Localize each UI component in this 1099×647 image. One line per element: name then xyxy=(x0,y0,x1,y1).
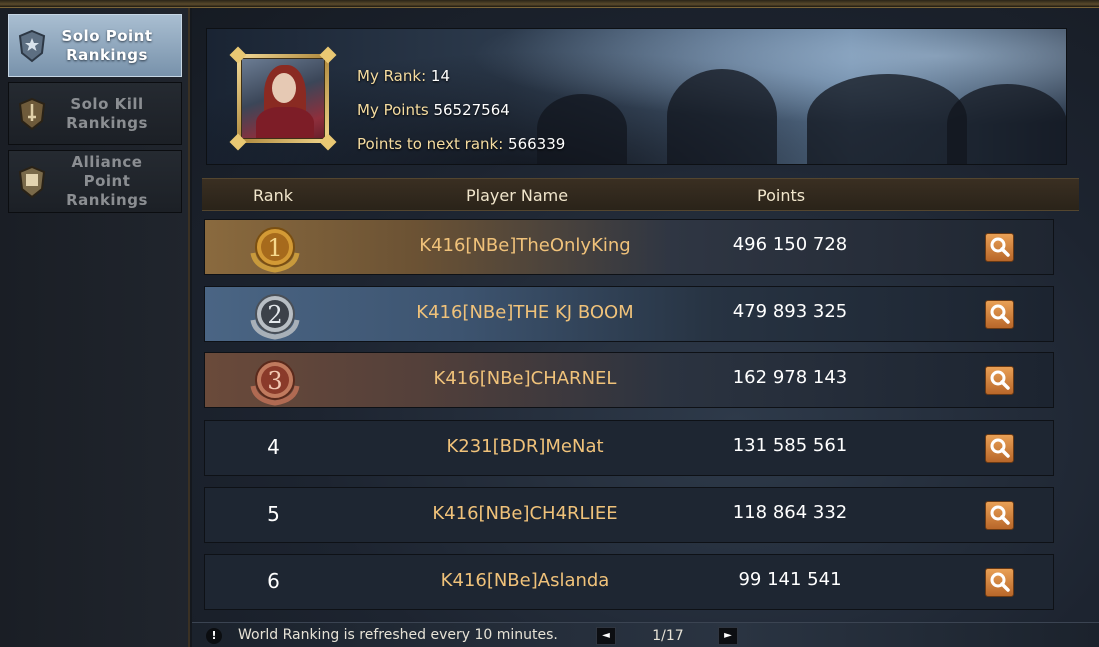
magnifier-icon xyxy=(990,505,1010,525)
table-row[interactable]: 3 K416[NBe]CHARNEL 162 978 143 xyxy=(204,352,1054,408)
my-rank-label: My Rank: xyxy=(357,67,427,85)
view-player-button[interactable] xyxy=(985,568,1014,597)
gold-medal-icon: 1 xyxy=(250,227,300,273)
view-player-button[interactable] xyxy=(985,366,1014,395)
player-points: 162 978 143 xyxy=(732,367,848,388)
shield-star-icon xyxy=(18,29,46,62)
my-points-label: My Points xyxy=(357,101,429,119)
view-player-button[interactable] xyxy=(985,233,1014,262)
sidebar: Solo Point Rankings Solo Kill Rankings A… xyxy=(0,8,190,647)
sidebar-item-solo-kill-rankings[interactable]: Solo Kill Rankings xyxy=(8,82,182,145)
table-row[interactable]: 4 K231[BDR]MeNat 131 585 561 xyxy=(204,420,1054,476)
info-icon: ! xyxy=(206,628,222,644)
player-name: K416[NBe]THE KJ BOOM xyxy=(416,302,634,323)
sidebar-item-label: Solo Kill Rankings xyxy=(66,94,148,132)
previous-page-button[interactable]: ◄ xyxy=(596,627,616,645)
magnifier-icon xyxy=(990,572,1010,592)
player-name: K416[NBe]Aslanda xyxy=(440,570,610,591)
sidebar-item-alliance-point-rankings[interactable]: Alliance Point Rankings xyxy=(8,150,182,213)
bronze-medal-icon: 3 xyxy=(250,360,300,406)
table-row[interactable]: 1 K416[NBe]TheOnlyKing 496 150 728 xyxy=(204,219,1054,275)
magnifier-icon xyxy=(990,237,1010,257)
refresh-notice: World Ranking is refreshed every 10 minu… xyxy=(238,627,558,643)
player-points: 99 141 541 xyxy=(738,569,842,590)
rank-number: 5 xyxy=(267,502,280,526)
rankings-panel: My Rank: 14 My Points 56527564 Points to… xyxy=(192,8,1099,647)
my-rank-value: 14 xyxy=(430,67,450,85)
page-indicator: 1/17 xyxy=(652,628,684,644)
next-rank-value: 566339 xyxy=(508,135,566,153)
table-row[interactable]: 5 K416[NBe]CH4RLIEE 118 864 332 xyxy=(204,487,1054,543)
next-page-button[interactable]: ► xyxy=(718,627,738,645)
player-name: K416[NBe]CHARNEL xyxy=(433,368,617,389)
table-row[interactable]: 6 K416[NBe]Aslanda 99 141 541 xyxy=(204,554,1054,610)
svg-text:3: 3 xyxy=(267,367,282,395)
table-row[interactable]: 2 K416[NBe]THE KJ BOOM 479 893 325 xyxy=(204,286,1054,342)
view-player-button[interactable] xyxy=(985,300,1014,329)
svg-text:2: 2 xyxy=(267,301,282,329)
silver-medal-icon: 2 xyxy=(250,294,300,340)
player-name: K231[BDR]MeNat xyxy=(446,436,604,457)
view-player-button[interactable] xyxy=(985,501,1014,530)
player-points: 131 585 561 xyxy=(732,435,848,456)
banner-crowd-figure xyxy=(807,74,967,164)
magnifier-icon xyxy=(990,438,1010,458)
my-points-value: 56527564 xyxy=(433,101,510,119)
svg-text:1: 1 xyxy=(267,234,282,262)
rank-number: 4 xyxy=(267,435,280,459)
player-points: 479 893 325 xyxy=(732,301,848,322)
player-points: 118 864 332 xyxy=(732,502,848,523)
rank-number: 6 xyxy=(267,569,280,593)
player-name: K416[NBe]CH4RLIEE xyxy=(432,503,618,524)
player-banner: My Rank: 14 My Points 56527564 Points to… xyxy=(206,28,1067,165)
next-rank-label: Points to next rank: xyxy=(357,135,504,153)
view-player-button[interactable] xyxy=(985,434,1014,463)
my-points-line: My Points 56527564 xyxy=(357,93,565,127)
next-rank-line: Points to next rank: 566339 xyxy=(357,127,565,161)
shield-sword-icon xyxy=(18,97,46,130)
banner-crowd-figure xyxy=(947,84,1066,164)
column-header-player-name: Player Name xyxy=(466,186,569,205)
magnifier-icon xyxy=(990,370,1010,390)
banner-crowd-figure xyxy=(667,69,777,164)
sidebar-item-solo-point-rankings[interactable]: Solo Point Rankings xyxy=(8,14,182,77)
sidebar-item-label: Solo Point Rankings xyxy=(61,26,153,64)
sidebar-item-label: Alliance Point Rankings xyxy=(66,153,148,209)
footer-bar: ! World Ranking is refreshed every 10 mi… xyxy=(192,622,1099,647)
magnifier-icon xyxy=(990,304,1010,324)
column-header-rank: Rank xyxy=(253,186,293,205)
my-rank-line: My Rank: 14 xyxy=(357,59,565,93)
shield-banner-icon xyxy=(18,165,46,198)
table-header: Rank Player Name Points xyxy=(202,178,1079,211)
player-stats: My Rank: 14 My Points 56527564 Points to… xyxy=(357,59,565,161)
column-header-points: Points xyxy=(757,186,806,205)
player-name: K416[NBe]TheOnlyKing xyxy=(419,235,631,256)
player-points: 496 150 728 xyxy=(732,234,848,255)
player-avatar[interactable] xyxy=(229,46,337,151)
top-trim xyxy=(0,0,1099,8)
